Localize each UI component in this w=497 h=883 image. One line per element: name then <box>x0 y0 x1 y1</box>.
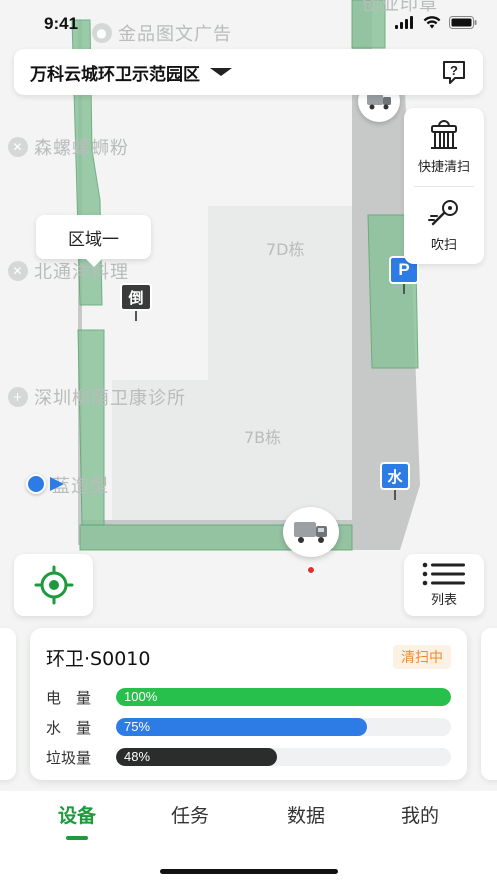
blow-sweep-label: 吹扫 <box>430 238 457 253</box>
area-selector[interactable]: 万科云城环卫示范园区 ? <box>14 49 483 95</box>
vehicle-name: 环卫·S0010 <box>46 648 151 670</box>
active-tab-indicator <box>66 836 88 840</box>
meter-value: 75% <box>124 719 151 734</box>
meter-track: 48% <box>116 748 451 766</box>
locate-icon <box>34 565 73 605</box>
meter-label: 垃圾量 <box>46 748 92 767</box>
heading-arrow-icon <box>50 477 64 491</box>
list-button[interactable]: 列表 <box>404 554 484 616</box>
tab-mine[interactable]: 我的 <box>370 801 470 828</box>
meter-fill: 48% <box>116 748 277 766</box>
restaurant-icon: ✕ <box>8 137 28 157</box>
tool-panel: 快捷清扫 吹扫 <box>404 108 484 264</box>
marker-stem <box>403 284 405 294</box>
quick-sweep-label: 快捷清扫 <box>417 160 470 175</box>
status-bar: 9:41 <box>0 0 497 48</box>
user-location-dot <box>26 474 46 494</box>
tab-devices[interactable]: 设备 <box>27 801 127 828</box>
building-label: 7D栋 <box>266 240 305 259</box>
next-vehicle-card[interactable] <box>481 628 497 780</box>
blow-sweep-button[interactable]: 吹扫 <box>404 196 484 253</box>
quick-sweep-button[interactable]: 快捷清扫 <box>404 118 484 175</box>
marker-stem <box>394 490 396 500</box>
caret-down-icon <box>210 68 232 76</box>
wifi-icon <box>423 16 441 29</box>
water-marker-label: 水 <box>387 467 403 486</box>
tab-tasks[interactable]: 任务 <box>140 801 240 828</box>
building-label: 7B栋 <box>244 428 282 447</box>
svg-text:?: ? <box>450 63 458 78</box>
garbage-meter: 垃圾量 48% <box>46 747 451 767</box>
battery-icon <box>449 16 477 29</box>
list-icon <box>422 562 465 586</box>
meter-track: 100% <box>116 688 451 706</box>
status-badge: 清扫中 <box>393 645 451 669</box>
marker-stem <box>135 311 137 321</box>
poi-label[interactable]: ✕ 北通洋料理 <box>8 258 129 284</box>
restaurant-icon: ✕ <box>8 261 28 281</box>
meter-label: 水 量 <box>46 718 92 737</box>
poi-label[interactable]: + 深圳柳荫卫康诊所 <box>8 384 186 410</box>
battery-meter: 电 量 100% <box>46 687 451 707</box>
help-button[interactable]: ? <box>439 57 469 87</box>
signal-icon <box>395 16 413 29</box>
parking-marker-label: P <box>398 260 410 279</box>
meter-fill: 75% <box>116 718 368 736</box>
blower-icon <box>428 200 458 226</box>
meter-value: 100% <box>124 689 158 704</box>
help-icon: ? <box>443 61 465 84</box>
tab-data[interactable]: 数据 <box>256 801 356 828</box>
divider <box>414 186 474 187</box>
reverse-marker-label: 倒 <box>128 288 144 307</box>
zone-callout[interactable]: 区域一 <box>36 215 151 267</box>
meter-track: 75% <box>116 718 451 736</box>
meter-label: 电 量 <box>46 688 92 707</box>
previous-vehicle-card[interactable] <box>0 628 16 780</box>
locate-button[interactable] <box>14 554 93 616</box>
water-marker[interactable]: 水 <box>380 462 410 490</box>
broom-sweeper-icon <box>431 119 457 149</box>
meter-fill: 100% <box>116 688 451 706</box>
clinic-icon: + <box>8 387 28 407</box>
poi-label[interactable]: ✕ 森螺螺蛳粉 <box>8 134 129 160</box>
status-time: 9:41 <box>44 14 79 33</box>
zone-callout-label: 区域一 <box>68 229 119 250</box>
meter-value: 48% <box>124 749 151 764</box>
vehicle-marker[interactable] <box>283 507 339 557</box>
reverse-marker[interactable]: 倒 <box>120 283 152 311</box>
status-icons <box>395 16 477 29</box>
list-label: 列表 <box>430 593 457 608</box>
home-indicator <box>160 869 338 874</box>
vehicle-position-dot <box>307 566 315 574</box>
sweeper-truck-icon <box>294 522 327 543</box>
area-name: 万科云城环卫示范园区 <box>30 64 200 85</box>
vehicle-card[interactable]: 环卫·S0010 清扫中 电 量 100% 水 量 75% 垃圾量 48% <box>30 628 467 780</box>
water-meter: 水 量 75% <box>46 717 451 737</box>
